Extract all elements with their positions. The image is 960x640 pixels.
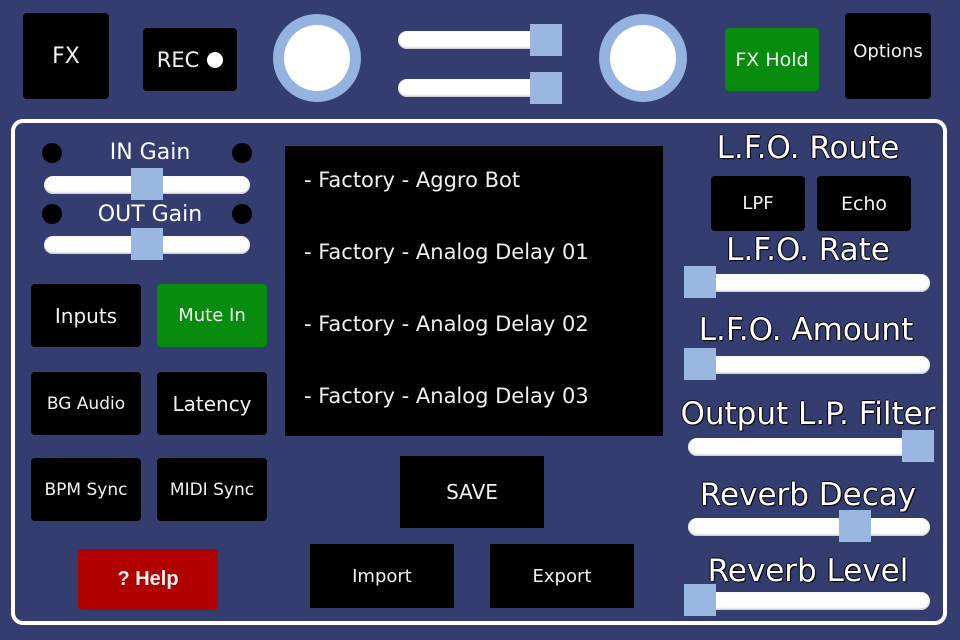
preset-list[interactable]: - Factory - Aggro Bot - Factory - Analog… (285, 146, 663, 436)
preset-item[interactable]: - Factory - Analog Delay 01 (304, 240, 589, 264)
fx-button[interactable]: FX (23, 13, 109, 99)
left-knob[interactable] (273, 14, 361, 102)
reverb-decay-label: Reverb Decay (699, 477, 917, 513)
out-gain-left-indicator (42, 204, 62, 224)
slider-thumb[interactable] (684, 584, 716, 616)
preset-item[interactable]: - Factory - Analog Delay 02 (304, 312, 589, 336)
in-gain-left-indicator (42, 143, 62, 163)
slider-track (688, 438, 928, 456)
options-label: Options (853, 41, 923, 62)
rec-button[interactable]: REC (143, 28, 237, 91)
slider-thumb[interactable] (131, 228, 163, 260)
bpm-sync-button[interactable]: BPM Sync (31, 458, 141, 521)
top-slider-1[interactable] (398, 24, 562, 56)
lfo-rate-slider[interactable] (684, 266, 930, 298)
latency-label: Latency (172, 391, 252, 416)
slider-track (398, 79, 548, 97)
slider-thumb[interactable] (684, 348, 716, 380)
save-label: SAVE (446, 480, 498, 504)
export-button[interactable]: Export (490, 544, 634, 608)
slider-thumb[interactable] (684, 266, 716, 298)
rec-label: REC (156, 47, 200, 72)
slider-track (398, 31, 548, 49)
lfo-route-lpf-button[interactable]: LPF (711, 176, 805, 231)
save-button[interactable]: SAVE (400, 456, 544, 528)
right-knob[interactable] (599, 14, 687, 102)
slider-thumb[interactable] (131, 168, 163, 200)
lfo-rate-label: L.F.O. Rate (726, 232, 890, 268)
inputs-label: Inputs (54, 303, 118, 328)
export-label: Export (532, 565, 592, 587)
out-gain-label: OUT Gain (97, 202, 203, 227)
import-button[interactable]: Import (310, 544, 454, 608)
midi-sync-label: MIDI Sync (169, 479, 255, 500)
slider-thumb[interactable] (530, 24, 562, 56)
slider-track (688, 592, 930, 610)
help-label: ? Help (117, 568, 179, 590)
inputs-button[interactable]: Inputs (31, 284, 141, 347)
in-gain-label: IN Gain (109, 140, 191, 165)
lfo-route-label: L.F.O. Route (716, 130, 900, 166)
reverb-decay-slider[interactable] (688, 510, 930, 542)
slider-thumb[interactable] (839, 510, 871, 542)
fx-hold-label: FX Hold (735, 48, 809, 71)
in-gain-slider[interactable] (44, 168, 250, 200)
fx-label: FX (52, 43, 80, 69)
bg-audio-button[interactable]: BG Audio (31, 372, 141, 435)
top-slider-2[interactable] (398, 72, 562, 104)
mute-in-button[interactable]: Mute In (157, 284, 267, 347)
record-dot-icon (207, 51, 224, 68)
import-label: Import (352, 565, 412, 587)
output-lp-filter-label: Output L.P. Filter (680, 396, 936, 432)
slider-track (688, 518, 930, 536)
midi-sync-button[interactable]: MIDI Sync (157, 458, 267, 521)
lfo-amount-label: L.F.O. Amount (698, 312, 914, 348)
slider-thumb[interactable] (902, 430, 934, 462)
options-button[interactable]: Options (845, 13, 931, 99)
slider-track (688, 356, 930, 374)
bpm-sync-label: BPM Sync (44, 479, 128, 500)
output-lp-filter-slider[interactable] (688, 430, 934, 462)
mute-in-label: Mute In (178, 305, 246, 326)
lfo-amount-slider[interactable] (684, 348, 930, 380)
preset-item[interactable]: - Factory - Analog Delay 03 (304, 384, 589, 408)
bg-audio-label: BG Audio (46, 393, 126, 414)
lpf-label: LPF (742, 193, 774, 214)
reverb-level-slider[interactable] (684, 584, 930, 616)
fx-hold-button[interactable]: FX Hold (725, 28, 819, 91)
preset-item[interactable]: - Factory - Aggro Bot (304, 168, 520, 192)
lfo-route-echo-button[interactable]: Echo (817, 176, 911, 231)
latency-button[interactable]: Latency (157, 372, 267, 435)
help-button[interactable]: ? Help (78, 549, 218, 610)
echo-label: Echo (840, 192, 888, 215)
out-gain-slider[interactable] (44, 228, 250, 260)
slider-track (688, 274, 930, 292)
slider-thumb[interactable] (530, 72, 562, 104)
